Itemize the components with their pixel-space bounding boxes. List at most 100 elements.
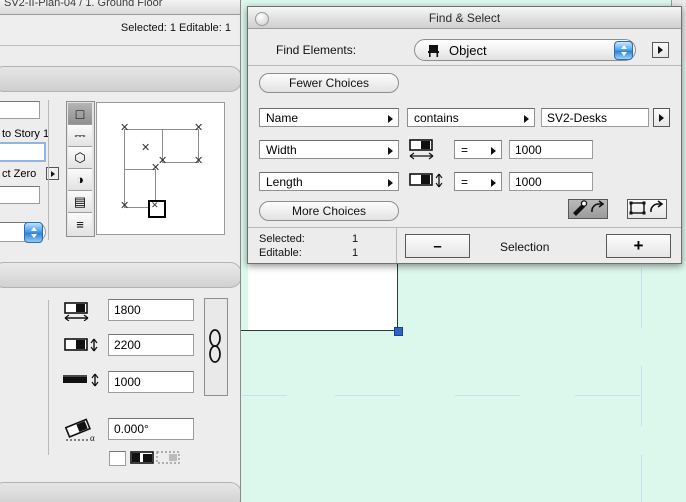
criterion-value-length: 1000 — [515, 175, 542, 189]
criterion-operator-label: contains — [414, 111, 459, 125]
axonometric-icon[interactable]: ⬡ — [68, 147, 92, 169]
preview-hotspot: ✕ — [120, 122, 130, 134]
preview-hotspot: ✕ — [120, 200, 130, 212]
panel-divider — [48, 100, 49, 240]
object-hollow-icon[interactable] — [156, 450, 180, 466]
rotation-angle-icon: α — [64, 418, 100, 443]
guide-line-vertical — [641, 455, 642, 502]
plus-icon: + — [633, 236, 644, 255]
rect-2d-glyph: □ — [75, 105, 85, 122]
info-box-palette[interactable]: SV2-II-Plan-04 / 1. Ground Floor Selecte… — [0, 0, 241, 502]
chevron-right-icon — [388, 179, 393, 187]
clipped-stepper[interactable] — [24, 222, 43, 243]
preview-hotspot-mark: ✕ — [151, 200, 159, 210]
height-dimension-icon — [64, 337, 100, 354]
criterion-value-name: SV2-Desks — [547, 111, 608, 125]
width-dimension-icon — [409, 139, 445, 160]
width-field[interactable]: 1800 — [108, 299, 194, 321]
find-and-select-dialog[interactable]: Find & Select Find Elements: Object Fewe… — [247, 6, 682, 264]
criterion-field-label: Length — [266, 175, 303, 189]
elevation-glyph: ⎓ — [74, 127, 86, 143]
white-region — [248, 262, 398, 330]
preview-hotspot: ✕ — [151, 162, 161, 174]
criterion-field-width[interactable]: Width — [259, 140, 399, 159]
chevron-right-icon — [491, 147, 496, 155]
dialog-divider-2 — [248, 227, 681, 228]
element-type-stepper[interactable] — [614, 41, 633, 60]
more-choices-button[interactable]: More Choices — [259, 201, 399, 221]
angle-field[interactable]: 0.000° — [108, 418, 194, 440]
guide-line-vertical — [641, 366, 642, 426]
criterion-operator-length[interactable]: = — [454, 172, 502, 191]
guide-line-horizontal — [335, 395, 400, 396]
remove-from-selection-button[interactable]: – — [405, 234, 470, 258]
find-elements-label: Find Elements: — [276, 43, 357, 57]
criterion-field-length[interactable]: Length — [259, 172, 399, 191]
height-field[interactable]: 2200 — [108, 334, 194, 356]
add-to-selection-button[interactable]: + — [606, 234, 671, 258]
clipped-field-b[interactable] — [0, 142, 46, 162]
criterion-value-width-input[interactable]: 1000 — [509, 140, 593, 159]
chevron-right-icon — [388, 115, 393, 123]
element-type-value: Object — [449, 43, 487, 58]
chevron-right-icon — [659, 113, 664, 122]
wall-segment[interactable] — [240, 330, 398, 331]
panel-divider — [48, 300, 49, 455]
shaded-3d-icon[interactable]: ◑ — [68, 169, 92, 191]
dialog-title-bar[interactable]: Find & Select — [248, 7, 681, 29]
clipped-field-c[interactable] — [0, 186, 40, 204]
element-type-popup[interactable]: Object — [414, 39, 636, 61]
width-value: 1800 — [114, 303, 141, 317]
elevation-icon[interactable]: ⎓ — [68, 125, 92, 147]
minus-icon: – — [433, 237, 442, 255]
criterion-operator-label: = — [461, 175, 469, 189]
plan-preview[interactable]: ✕ ✕ ✕ ✕ ✕ ✕ ✕ ✕ — [96, 102, 225, 235]
guide-line-vertical — [641, 268, 642, 328]
svg-text:α: α — [90, 433, 95, 443]
criterion-operator-name[interactable]: contains — [407, 108, 535, 127]
editable-count-label: Editable: — [259, 247, 302, 259]
object-solid-icon[interactable] — [130, 450, 154, 466]
criterion-value-name-input[interactable]: SV2-Desks — [541, 108, 649, 127]
preview-hotspot: ✕ — [194, 122, 204, 134]
app-window-title: SV2-II-Plan-04 / 1. Ground Floor — [4, 0, 163, 9]
section-header-bar-3 — [0, 482, 240, 502]
selected-node[interactable] — [394, 327, 403, 336]
criterion-field-label: Width — [266, 143, 297, 157]
list-icon[interactable]: ≡ — [68, 213, 92, 235]
elevation-field[interactable]: 1000 — [108, 371, 194, 393]
height-value: 2200 — [114, 338, 141, 352]
selection-status-bar: Selected: 1 Editable: 1 — [0, 15, 240, 46]
angle-value: 0.000° — [114, 422, 149, 436]
criterion-value-length-input[interactable]: 1000 — [509, 172, 593, 191]
criterion-operator-width[interactable]: = — [454, 140, 502, 159]
mirror-checkbox[interactable] — [109, 451, 126, 466]
pick-up-parameters-button[interactable] — [568, 199, 608, 219]
chevron-right-icon — [388, 147, 393, 155]
view-mode-icon-strip[interactable]: □ ⎓ ⬡ ◑ ▤ ≡ — [66, 101, 95, 237]
proportional-lock-icon[interactable] — [204, 298, 228, 396]
section-header-bar — [0, 66, 240, 92]
rect-2d-icon[interactable]: □ — [68, 103, 92, 125]
elevation-value: 1000 — [114, 375, 141, 389]
preview-hotspot: ✕ — [194, 155, 204, 167]
width-dimension-icon — [64, 302, 100, 322]
element-type-popup-arrow[interactable] — [652, 42, 669, 58]
fewer-choices-button[interactable]: Fewer Choices — [259, 73, 399, 93]
criterion-value-popup-arrow[interactable] — [653, 108, 670, 127]
criterion-field-name[interactable]: Name — [259, 108, 399, 127]
app-window-title-bar[interactable]: SV2-II-Plan-04 / 1. Ground Floor — [0, 0, 240, 15]
filmstrip-glyph: ▤ — [73, 193, 87, 209]
filmstrip-icon[interactable]: ▤ — [68, 191, 92, 213]
eyedropper-transfer-icon — [570, 199, 606, 219]
fewer-choices-label: Fewer Choices — [288, 76, 370, 90]
inject-parameters-button[interactable] — [627, 199, 667, 219]
editable-count-value: 1 — [352, 247, 359, 259]
wall-segment[interactable] — [397, 255, 398, 331]
chevron-right-icon — [491, 179, 496, 187]
clipped-field-a[interactable] — [0, 101, 40, 119]
preview-selected-hotspot[interactable]: ✕ — [148, 200, 166, 218]
list-glyph: ≡ — [76, 216, 84, 232]
section-header-bar-2 — [0, 262, 240, 288]
dialog-divider-3 — [396, 228, 397, 263]
